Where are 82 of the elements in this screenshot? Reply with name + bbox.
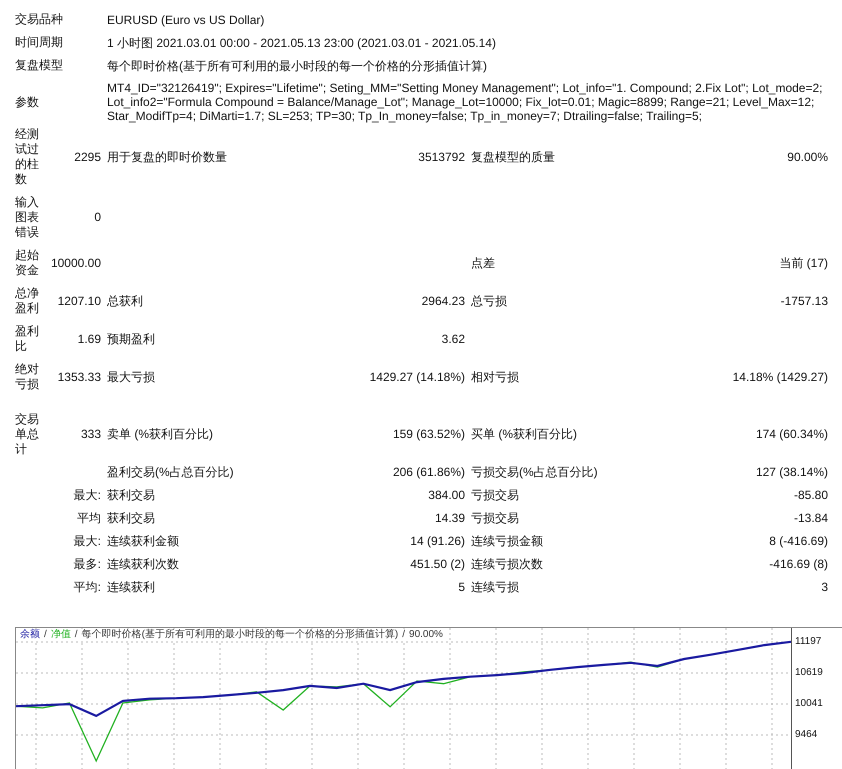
stat-value: 1353.33	[58, 370, 101, 384]
stat-label: 复盘模型的质量	[471, 150, 555, 164]
field-value: MT4_ID="32126419"; Expires="Lifetime"; Seting_MM="Setting Money Management"; Lot_info="1. Compound; 2.Fix Lot"; Lot_mode=2; Lot_info2="Formula Compound = Balance/Manage_Lot"; Manage_Lot=10000; Fix_lot=0.01; Magic=8899; Range=21; Level_Max=12; Star_ModifTp=4; DiMarti=1.7; SL=253; TP=30; Tp_In_money=false; Tp_in_money=7; Dtrailing=false; Trailing=5;	[107, 81, 824, 123]
axis-tick-label: 11197	[795, 636, 822, 648]
stat-label: 最多:	[74, 557, 101, 571]
stat-value: 0	[94, 210, 101, 224]
stat-label: 连续获利次数	[107, 557, 179, 571]
legend-separator: /	[402, 629, 406, 641]
stat-label: 获利交易	[107, 511, 155, 525]
chart-title: 每个即时价格(基于所有可利用的最小时段的每一个价格的分形插值计算)	[82, 629, 398, 641]
stat-value: 14 (91.26)	[410, 534, 465, 548]
field-value: EURUSD (Euro vs US Dollar)	[107, 12, 266, 26]
stat-label: 绝对亏损	[15, 362, 39, 391]
field-value: 1 小时图 2021.03.01 00:00 - 2021.05.13 23:00 (2021.03.01 - 2021.05.14)	[107, 36, 497, 50]
stat-value: 2964.23	[422, 294, 465, 308]
stat-value: -13.84	[794, 511, 828, 525]
stat-label: 交易单总计	[15, 412, 39, 456]
stat-label: 卖单 (%获利百分比)	[107, 427, 213, 441]
field-label: 复盘模型	[15, 58, 63, 72]
axis-tick-label: 10041	[795, 698, 823, 710]
stat-value: 14.39	[434, 511, 465, 525]
stat-label: 相对亏损	[471, 370, 519, 384]
stat-label: 预期盈利	[107, 332, 155, 346]
stat-label: 平均	[77, 511, 101, 525]
stat-value: -416.69 (8)	[769, 557, 828, 571]
stat-label: 盈利比	[15, 324, 39, 353]
legend-separator: /	[74, 629, 78, 641]
stat-label: 总获利	[107, 294, 143, 308]
stat-value: 3.62	[442, 332, 465, 346]
stat-value: -1757.13	[780, 294, 828, 308]
stat-value: 159 (63.52%)	[392, 427, 465, 441]
axis-tick-label: 9464	[795, 729, 818, 741]
field-label: 时间周期	[15, 35, 63, 49]
stat-label: 连续获利	[107, 580, 155, 594]
field-label: 参数	[15, 94, 39, 108]
chart-title: 90.00%	[409, 629, 443, 641]
stat-value: 90.00%	[787, 150, 828, 164]
stat-value: 14.18% (1429.27)	[732, 370, 828, 384]
stat-label: 最大:	[74, 534, 101, 548]
stat-value: 5	[458, 580, 465, 594]
stat-label: 亏损交易	[471, 511, 519, 525]
legend-separator: /	[44, 629, 47, 641]
legend-text: 净值	[50, 629, 71, 641]
stat-label: 最大:	[74, 488, 101, 502]
stat-label: 用于复盘的即时价数量	[107, 150, 227, 164]
stat-label: 最大亏损	[107, 370, 155, 384]
stat-value: 1.69	[78, 332, 101, 346]
stat-value: 10000.00	[50, 256, 101, 270]
stat-label: 起始资金	[15, 248, 39, 277]
stat-value: 384.00	[428, 488, 465, 502]
stat-value: 1429.27 (14.18%)	[370, 370, 465, 384]
stat-value: 127 (38.14%)	[756, 465, 828, 479]
stat-label: 买单 (%获利百分比)	[471, 427, 577, 441]
stat-value: 当前 (17)	[779, 256, 828, 270]
axis-tick-label: 10619	[795, 667, 823, 680]
legend-text: 余额	[20, 629, 40, 641]
stat-value: 451.50 (2)	[410, 557, 465, 571]
stat-label: 总亏损	[471, 294, 507, 308]
stat-label: 连续获利金额	[107, 534, 179, 548]
stat-label: 盈利交易(%占总百分比)	[107, 465, 234, 479]
stat-value: 206 (61.86%)	[392, 465, 465, 479]
stat-label: 连续亏损次数	[471, 557, 543, 571]
field-value: 每个即时价格(基于所有可利用的最小时段的每一个价格的分形插值计算)	[107, 58, 488, 72]
stat-label: 总净盈利	[15, 286, 39, 315]
stat-label: 连续亏损金额	[471, 534, 543, 548]
stat-label: 连续亏损	[471, 580, 519, 594]
stat-label: 输入图表错误	[15, 195, 39, 239]
stat-value: 8 (-416.69)	[769, 534, 828, 548]
stat-label: 平均:	[74, 580, 101, 594]
field-label: 交易品种	[15, 12, 63, 26]
stat-value: 3	[821, 580, 828, 594]
stat-label: 点差	[471, 256, 495, 270]
stat-value: 174 (60.34%)	[756, 427, 828, 441]
stat-value: 3513792	[418, 150, 465, 164]
stat-label: 亏损交易(%占总百分比)	[471, 465, 598, 479]
stat-label: 获利交易	[107, 488, 155, 502]
stat-label: 亏损交易	[471, 488, 519, 502]
stat-value: 2295	[74, 150, 101, 164]
stat-label: 经测试过的柱数	[15, 127, 39, 186]
stat-value: -85.80	[794, 488, 828, 502]
stat-value: 333	[80, 427, 101, 441]
stat-value: 1207.10	[58, 294, 101, 308]
